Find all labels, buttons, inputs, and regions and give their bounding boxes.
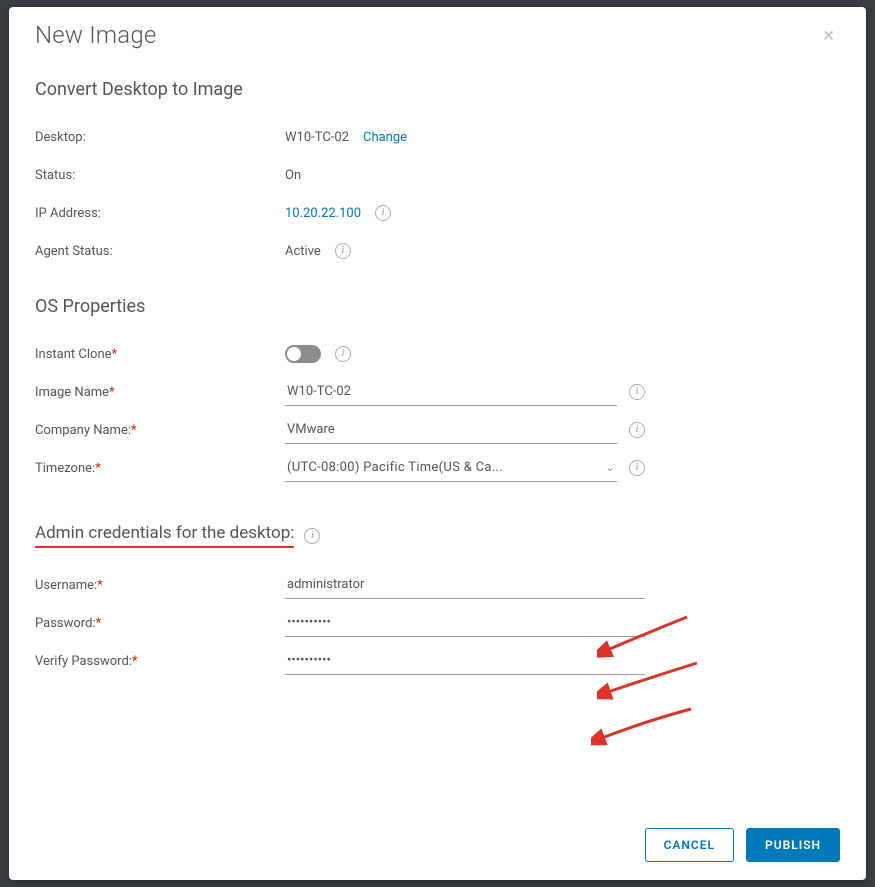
status-text: On bbox=[285, 168, 301, 183]
instant-clone-label-text: Instant Clone bbox=[35, 347, 112, 362]
ip-address-link[interactable]: 10.20.22.100 bbox=[285, 206, 361, 221]
agent-status-text: Active bbox=[285, 244, 321, 259]
label-company: Company Name:* bbox=[35, 423, 285, 438]
label-instant-clone: Instant Clone* bbox=[35, 347, 285, 362]
modal-title: New Image bbox=[35, 21, 157, 49]
label-ip: IP Address: bbox=[35, 206, 285, 221]
admin-credentials-heading: Admin credentials for the desktop: i bbox=[35, 523, 840, 548]
value-password bbox=[285, 609, 840, 637]
row-ip: IP Address: 10.20.22.100 i bbox=[35, 194, 840, 232]
info-icon[interactable]: i bbox=[629, 422, 645, 438]
change-link[interactable]: Change bbox=[363, 130, 407, 145]
instant-clone-toggle[interactable] bbox=[285, 345, 321, 363]
row-password: Password:* bbox=[35, 604, 840, 642]
row-image-name: Image Name* i bbox=[35, 373, 840, 411]
company-name-input[interactable] bbox=[285, 416, 617, 444]
label-verify-password: Verify Password:* bbox=[35, 654, 285, 669]
section-os-title: OS Properties bbox=[35, 296, 840, 317]
value-ip: 10.20.22.100 i bbox=[285, 205, 840, 221]
row-status: Status: On bbox=[35, 156, 840, 194]
chevron-down-icon: ⌄ bbox=[605, 461, 615, 474]
info-icon[interactable]: i bbox=[335, 243, 351, 259]
label-desktop: Desktop: bbox=[35, 130, 285, 145]
timezone-label-text: Timezone: bbox=[35, 461, 95, 476]
value-timezone: (UTC-08:00) Pacific Time(US & Ca... ⌄ i bbox=[285, 454, 840, 482]
admin-title-text: Admin credentials for the desktop: bbox=[35, 523, 294, 548]
modal-footer: CANCEL PUBLISH bbox=[9, 813, 866, 880]
desktop-name: W10-TC-02 bbox=[285, 130, 349, 145]
value-status: On bbox=[285, 168, 840, 183]
label-agent: Agent Status: bbox=[35, 244, 285, 259]
value-desktop: W10-TC-02 Change bbox=[285, 130, 840, 145]
password-input[interactable] bbox=[285, 609, 645, 637]
label-image-name: Image Name* bbox=[35, 385, 285, 400]
row-verify-password: Verify Password:* bbox=[35, 642, 840, 680]
username-input[interactable] bbox=[285, 571, 645, 599]
info-icon[interactable]: i bbox=[375, 205, 391, 221]
row-username: Username:* bbox=[35, 566, 840, 604]
close-icon[interactable]: × bbox=[817, 21, 840, 49]
label-timezone: Timezone:* bbox=[35, 461, 285, 476]
value-agent: Active i bbox=[285, 243, 840, 259]
label-password: Password:* bbox=[35, 616, 285, 631]
annotation-arrow-icon bbox=[591, 705, 701, 749]
info-icon[interactable]: i bbox=[629, 384, 645, 400]
modal-body[interactable]: Convert Desktop to Image Desktop: W10-TC… bbox=[9, 57, 866, 813]
image-name-input[interactable] bbox=[285, 378, 617, 406]
label-username: Username:* bbox=[35, 578, 285, 593]
row-agent: Agent Status: Active i bbox=[35, 232, 840, 270]
value-verify-password bbox=[285, 647, 840, 675]
cancel-button[interactable]: CANCEL bbox=[645, 828, 734, 862]
publish-button[interactable]: PUBLISH bbox=[746, 828, 840, 862]
timezone-select[interactable]: (UTC-08:00) Pacific Time(US & Ca... ⌄ bbox=[285, 454, 617, 482]
info-icon[interactable]: i bbox=[629, 460, 645, 476]
value-image-name: i bbox=[285, 378, 840, 406]
row-desktop: Desktop: W10-TC-02 Change bbox=[35, 118, 840, 156]
modal-body-wrap: Convert Desktop to Image Desktop: W10-TC… bbox=[9, 57, 866, 813]
modal-header: New Image × bbox=[9, 7, 866, 57]
timezone-selected-text: (UTC-08:00) Pacific Time(US & Ca... bbox=[287, 460, 503, 475]
value-company: i bbox=[285, 416, 840, 444]
section-convert-title: Convert Desktop to Image bbox=[35, 79, 840, 100]
username-label-text: Username: bbox=[35, 578, 97, 593]
row-timezone: Timezone:* (UTC-08:00) Pacific Time(US &… bbox=[35, 449, 840, 487]
verify-password-input[interactable] bbox=[285, 647, 645, 675]
value-instant-clone: i bbox=[285, 345, 840, 363]
new-image-modal: New Image × Convert Desktop to Image Des… bbox=[9, 7, 866, 880]
verify-label-text: Verify Password: bbox=[35, 654, 132, 669]
info-icon[interactable]: i bbox=[304, 528, 320, 544]
label-status: Status: bbox=[35, 168, 285, 183]
value-username bbox=[285, 571, 840, 599]
password-label-text: Password: bbox=[35, 616, 96, 631]
row-instant-clone: Instant Clone* i bbox=[35, 335, 840, 373]
info-icon[interactable]: i bbox=[335, 346, 351, 362]
row-company: Company Name:* i bbox=[35, 411, 840, 449]
company-label-text: Company Name: bbox=[35, 423, 131, 438]
image-name-label-text: Image Name bbox=[35, 385, 109, 400]
